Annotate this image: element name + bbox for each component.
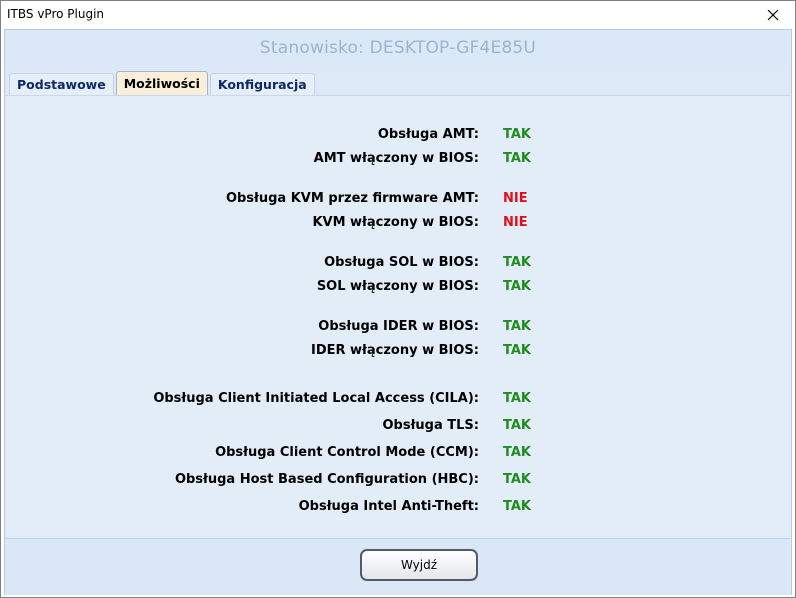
capability-label: Obsługa IDER w BIOS:	[318, 319, 479, 334]
tab-mozliwosci[interactable]: Możliwości	[115, 71, 208, 95]
capability-row: IDER włączony w BIOS: TAK	[5, 343, 791, 361]
capability-label: Obsługa Intel Anti-Theft:	[298, 499, 479, 514]
capability-row: SOL włączony w BIOS: TAK	[5, 279, 791, 297]
capability-label: AMT włączony w BIOS:	[313, 151, 479, 166]
capability-value: TAK	[503, 151, 531, 166]
capability-row: Obsługa Host Based Configuration (HBC): …	[5, 472, 791, 490]
station-title: Stanowisko: DESKTOP-GF4E85U	[259, 38, 537, 58]
capability-label: IDER włączony w BIOS:	[310, 343, 479, 358]
capability-value: NIE	[503, 191, 528, 206]
capability-value: TAK	[503, 445, 531, 460]
close-button[interactable]	[751, 1, 795, 29]
main-content: Stanowisko: DESKTOP-GF4E85U Podstawowe M…	[4, 29, 792, 595]
capability-label: Obsługa TLS:	[382, 418, 480, 433]
capability-label: KVM włączony w BIOS:	[312, 215, 479, 230]
capability-value: TAK	[503, 255, 531, 270]
capability-value: TAK	[503, 499, 531, 514]
capability-label: Obsługa Client Initiated Local Access (C…	[153, 391, 479, 406]
capability-value: TAK	[503, 319, 531, 334]
close-icon	[767, 9, 779, 21]
capability-row: Obsługa KVM przez firmware AMT: NIE	[5, 191, 791, 209]
capability-value: TAK	[503, 418, 531, 433]
capability-label: Obsługa Host Based Configuration (HBC):	[174, 472, 479, 487]
capability-label: Obsługa SOL w BIOS:	[324, 255, 479, 270]
capability-label: SOL włączony w BIOS:	[316, 279, 479, 294]
capability-label: Obsługa KVM przez firmware AMT:	[225, 191, 479, 206]
tab-bar: Podstawowe Możliwości Konfiguracja	[9, 71, 317, 95]
capability-label: Obsługa Client Control Mode (CCM):	[215, 445, 479, 460]
tab-konfiguracja[interactable]: Konfiguracja	[209, 73, 315, 95]
capability-row: Obsługa Client Initiated Local Access (C…	[5, 391, 791, 409]
capability-value: TAK	[503, 391, 531, 406]
capability-value: TAK	[503, 343, 531, 358]
capability-label: Obsługa AMT:	[377, 127, 479, 142]
window-title: ITBS vPro Plugin	[7, 7, 105, 21]
exit-button[interactable]: Wyjdź	[360, 549, 478, 581]
capability-value: TAK	[503, 127, 531, 142]
app-window: ITBS vPro Plugin Stanowisko: DESKTOP-GF4…	[0, 0, 796, 598]
capability-value: NIE	[503, 215, 528, 230]
title-bar[interactable]: ITBS vPro Plugin	[1, 1, 795, 29]
capability-row: Obsługa Client Control Mode (CCM): TAK	[5, 445, 791, 463]
capability-row: Obsługa SOL w BIOS: TAK	[5, 255, 791, 273]
station-header: Stanowisko: DESKTOP-GF4E85U	[5, 30, 791, 66]
footer-bar: Wyjdź	[5, 538, 791, 595]
capabilities-panel: Obsługa AMT: TAK AMT włączony w BIOS: TA…	[5, 95, 791, 536]
capability-row: Obsługa Intel Anti-Theft: TAK	[5, 499, 791, 517]
capability-row: AMT włączony w BIOS: TAK	[5, 151, 791, 169]
capability-row: KVM włączony w BIOS: NIE	[5, 215, 791, 233]
capability-row: Obsługa AMT: TAK	[5, 127, 791, 145]
capability-row: Obsługa IDER w BIOS: TAK	[5, 319, 791, 337]
capability-value: TAK	[503, 472, 531, 487]
tab-podstawowe[interactable]: Podstawowe	[9, 73, 114, 95]
capability-value: TAK	[503, 279, 531, 294]
capability-row: Obsługa TLS: TAK	[5, 418, 791, 436]
